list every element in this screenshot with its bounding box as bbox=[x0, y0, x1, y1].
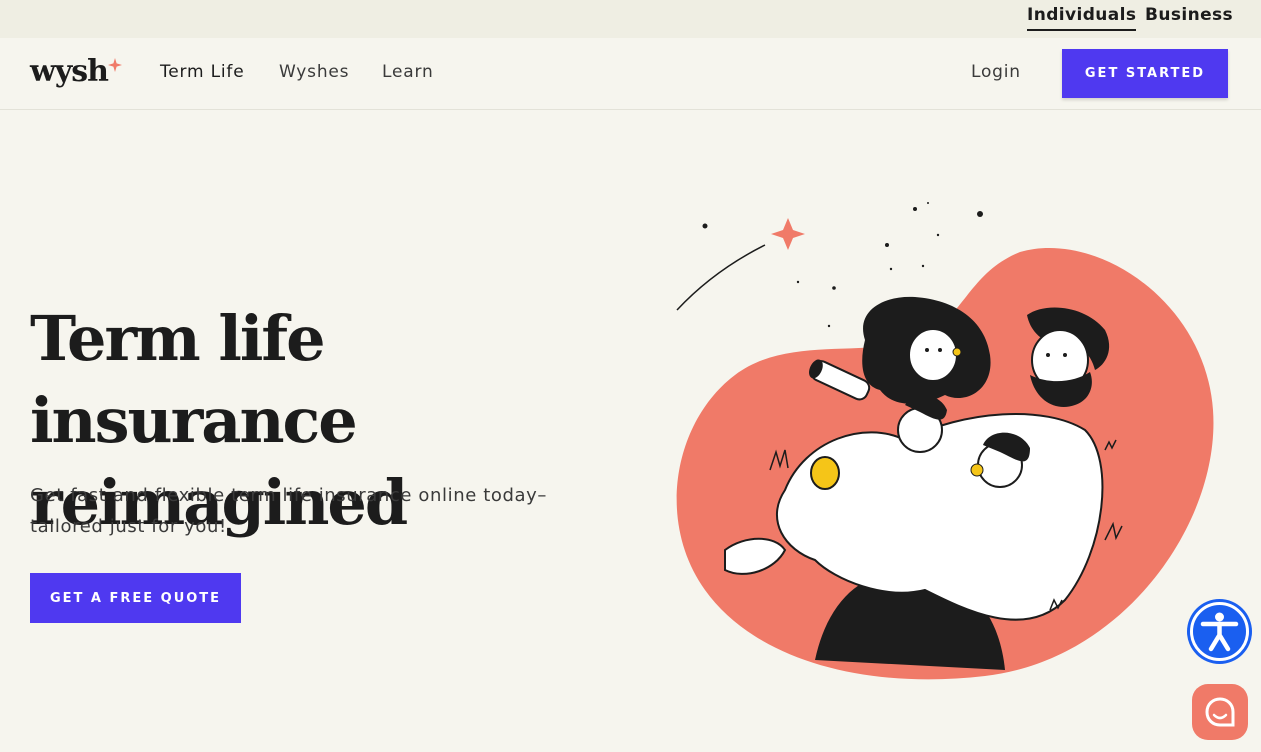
get-started-button[interactable]: GET STARTED bbox=[1062, 49, 1228, 98]
chat-icon bbox=[1205, 697, 1235, 727]
business-tab[interactable]: Business bbox=[1145, 5, 1233, 25]
chat-button[interactable] bbox=[1192, 684, 1248, 740]
get-free-quote-button[interactable]: GET A FREE QUOTE bbox=[30, 573, 241, 623]
hero-subtitle: Get fast and flexible term life insuranc… bbox=[30, 480, 600, 542]
hero-title-line-1: Term life insurance bbox=[30, 302, 358, 457]
login-link[interactable]: Login bbox=[971, 62, 1021, 82]
accessibility-button[interactable] bbox=[1187, 599, 1252, 664]
audience-switcher: Individuals Business bbox=[0, 0, 1261, 39]
nav-learn[interactable]: Learn bbox=[382, 62, 434, 82]
individuals-tab[interactable]: Individuals bbox=[1027, 5, 1137, 31]
family-illustration bbox=[676, 202, 1214, 680]
nav-wyshes[interactable]: Wyshes bbox=[279, 62, 349, 82]
hero-subtitle-line-1: Get fast and flexible term life insuranc… bbox=[30, 485, 548, 506]
accessibility-icon bbox=[1190, 602, 1249, 661]
logo-wordmark: wysh bbox=[30, 54, 109, 89]
main-nav: wysh Term Life Wyshes Learn Login GET ST… bbox=[0, 38, 1261, 110]
nav-term-life[interactable]: Term Life bbox=[160, 62, 244, 82]
wysh-logo[interactable]: wysh bbox=[30, 52, 122, 92]
sparkle-icon bbox=[108, 58, 122, 72]
hero-subtitle-line-2: tailored just for you! bbox=[30, 516, 227, 537]
shooting-star bbox=[771, 218, 805, 250]
